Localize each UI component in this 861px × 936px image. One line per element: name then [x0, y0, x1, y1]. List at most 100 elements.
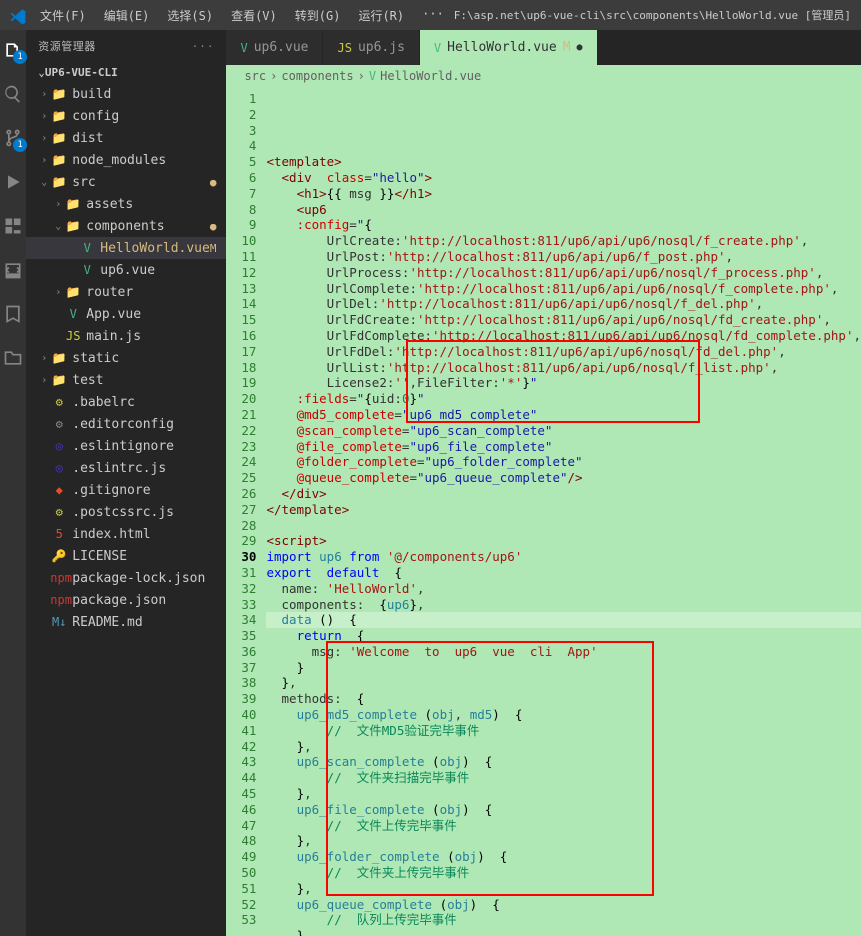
code-line-49[interactable]: // 队列上传完毕事件 — [266, 912, 861, 928]
tree-item-license[interactable]: 🔑LICENSE — [26, 545, 226, 567]
code-line-35[interactable]: methods: { — [266, 691, 861, 707]
menu-view[interactable]: 查看(V) — [223, 3, 285, 28]
tree-item-build[interactable]: ›📁build — [26, 83, 226, 105]
code-line-26[interactable]: import up6 from '@/components/up6' — [266, 549, 861, 565]
tree-item--editorconfig[interactable]: ⚙.editorconfig — [26, 413, 226, 435]
tree-item-static[interactable]: ›📁static — [26, 347, 226, 369]
tree-item-package-lock-json[interactable]: npmpackage-lock.json — [26, 567, 226, 589]
code-line-16[interactable]: :fields="{uid:0}" — [266, 391, 861, 407]
code-line-7[interactable]: UrlPost:'http://localhost:811/up6/api/up… — [266, 249, 861, 265]
tree-item--eslintrc-js[interactable]: ◎.eslintrc.js — [26, 457, 226, 479]
bc-components[interactable]: components — [281, 69, 353, 83]
tree-item--eslintignore[interactable]: ◎.eslintignore — [26, 435, 226, 457]
code-line-43[interactable]: // 文件上传完毕事件 — [266, 818, 861, 834]
run-debug-icon[interactable] — [1, 170, 25, 194]
code-line-8[interactable]: UrlProcess:'http://localhost:811/up6/api… — [266, 265, 861, 281]
code-line-30[interactable]: data () { — [266, 612, 861, 628]
code-line-10[interactable]: UrlDel:'http://localhost:811/up6/api/up6… — [266, 296, 861, 312]
tree-item--gitignore[interactable]: ◆.gitignore — [26, 479, 226, 501]
code-line-1[interactable]: <template> — [266, 154, 861, 170]
tree-item-test[interactable]: ›📁test — [26, 369, 226, 391]
extensions-icon[interactable] — [1, 214, 25, 238]
code-line-6[interactable]: UrlCreate:'http://localhost:811/up6/api/… — [266, 233, 861, 249]
tree-item-assets[interactable]: ›📁assets — [26, 193, 226, 215]
tab-up6-vue[interactable]: Vup6.vue — [226, 30, 323, 65]
menu-more[interactable]: ··· — [414, 3, 452, 28]
tree-item-router[interactable]: ›📁router — [26, 281, 226, 303]
code-line-4[interactable]: <up6 — [266, 202, 861, 218]
menu-goto[interactable]: 转到(G) — [287, 3, 349, 28]
tree-item-main-js[interactable]: JSmain.js — [26, 325, 226, 347]
bc-src[interactable]: src — [244, 69, 266, 83]
code-line-25[interactable]: <script> — [266, 533, 861, 549]
search-icon[interactable] — [1, 82, 25, 106]
code-line-3[interactable]: <h1>{{ msg }}</h1> — [266, 186, 861, 202]
code-line-33[interactable]: } — [266, 660, 861, 676]
source-control-icon[interactable]: 1 — [1, 126, 25, 150]
code-line-24[interactable] — [266, 518, 861, 534]
tab-up6-js[interactable]: JSup6.js — [323, 30, 419, 65]
code-line-50[interactable]: } — [266, 928, 861, 936]
menu-run[interactable]: 运行(R) — [350, 3, 412, 28]
code-line-32[interactable]: msg: 'Welcome to up6 vue cli App' — [266, 644, 861, 660]
code-content[interactable]: <template> <div class="hello"> <h1>{{ ms… — [266, 87, 861, 936]
code-line-14[interactable]: UrlList:'http://localhost:811/up6/api/up… — [266, 360, 861, 376]
code-line-28[interactable]: name: 'HelloWorld', — [266, 581, 861, 597]
code-line-46[interactable]: // 文件夹上传完毕事件 — [266, 865, 861, 881]
code-line-2[interactable]: <div class="hello"> — [266, 170, 861, 186]
tree-item--postcssrc-js[interactable]: ⚙.postcssrc.js — [26, 501, 226, 523]
tree-item-src[interactable]: ⌄📁src● — [26, 171, 226, 193]
code-line-17[interactable]: @md5_complete="up6_md5_complete" — [266, 407, 861, 423]
menu-select[interactable]: 选择(S) — [159, 3, 221, 28]
tree-item--babelrc[interactable]: ⚙.babelrc — [26, 391, 226, 413]
tree-item-dist[interactable]: ›📁dist — [26, 127, 226, 149]
code-line-15[interactable]: License2:'',FileFilter:'*'}" — [266, 375, 861, 391]
code-line-34[interactable]: }, — [266, 675, 861, 691]
code-line-11[interactable]: UrlFdCreate:'http://localhost:811/up6/ap… — [266, 312, 861, 328]
code-line-48[interactable]: up6_queue_complete (obj) { — [266, 897, 861, 913]
menu-edit[interactable]: 编辑(E) — [96, 3, 158, 28]
code-line-41[interactable]: }, — [266, 786, 861, 802]
tree-item-node-modules[interactable]: ›📁node_modules — [26, 149, 226, 171]
code-line-37[interactable]: // 文件MD5验证完毕事件 — [266, 723, 861, 739]
code-line-9[interactable]: UrlComplete:'http://localhost:811/up6/ap… — [266, 281, 861, 297]
tree-item-components[interactable]: ⌄📁components● — [26, 215, 226, 237]
code-line-47[interactable]: }, — [266, 881, 861, 897]
tree-item-app-vue[interactable]: VApp.vue — [26, 303, 226, 325]
explorer-icon[interactable]: 1 — [1, 38, 25, 62]
code-line-31[interactable]: return { — [266, 628, 861, 644]
code-line-45[interactable]: up6_folder_complete (obj) { — [266, 849, 861, 865]
code-line-21[interactable]: @queue_complete="up6_queue_complete"/> — [266, 470, 861, 486]
breadcrumbs[interactable]: src › components › V HelloWorld.vue — [226, 65, 861, 87]
tree-item-index-html[interactable]: 5index.html — [26, 523, 226, 545]
tab-helloworld-vue[interactable]: VHelloWorld.vueM● — [420, 30, 598, 65]
bc-file[interactable]: HelloWorld.vue — [380, 69, 481, 83]
bookmark-icon[interactable] — [1, 302, 25, 326]
code-line-18[interactable]: @scan_complete="up6_scan_complete" — [266, 423, 861, 439]
code-line-19[interactable]: @file_complete="up6_file_complete" — [266, 439, 861, 455]
code-editor[interactable]: 1234567891011121314151617181920212223242… — [226, 87, 861, 936]
tree-item-package-json[interactable]: npmpackage.json — [26, 589, 226, 611]
code-line-44[interactable]: }, — [266, 833, 861, 849]
sidebar-more-icon[interactable]: ··· — [192, 40, 215, 53]
menu-file[interactable]: 文件(F) — [32, 3, 94, 28]
code-line-13[interactable]: UrlFdDel:'http://localhost:811/up6/api/u… — [266, 344, 861, 360]
code-line-12[interactable]: UrlFdComplete:'http://localhost:811/up6/… — [266, 328, 861, 344]
code-line-42[interactable]: up6_file_complete (obj) { — [266, 802, 861, 818]
code-line-27[interactable]: export default { — [266, 565, 861, 581]
code-line-20[interactable]: @folder_complete="up6_folder_complete" — [266, 454, 861, 470]
code-line-40[interactable]: // 文件夹扫描完毕事件 — [266, 770, 861, 786]
code-line-29[interactable]: components: {up6}, — [266, 597, 861, 613]
code-line-22[interactable]: </div> — [266, 486, 861, 502]
tree-item-config[interactable]: ›📁config — [26, 105, 226, 127]
code-line-39[interactable]: up6_scan_complete (obj) { — [266, 754, 861, 770]
code-line-23[interactable]: </template> — [266, 502, 861, 518]
tree-item-readme-md[interactable]: M↓README.md — [26, 611, 226, 633]
tree-item-up6-vue[interactable]: Vup6.vue — [26, 259, 226, 281]
code-line-38[interactable]: }, — [266, 739, 861, 755]
folder-icon[interactable] — [1, 346, 25, 370]
project-header[interactable]: ⌄ UP6-VUE-CLI — [26, 62, 226, 83]
remote-icon[interactable] — [1, 258, 25, 282]
code-line-5[interactable]: :config="{ — [266, 217, 861, 233]
code-line-36[interactable]: up6_md5_complete (obj, md5) { — [266, 707, 861, 723]
